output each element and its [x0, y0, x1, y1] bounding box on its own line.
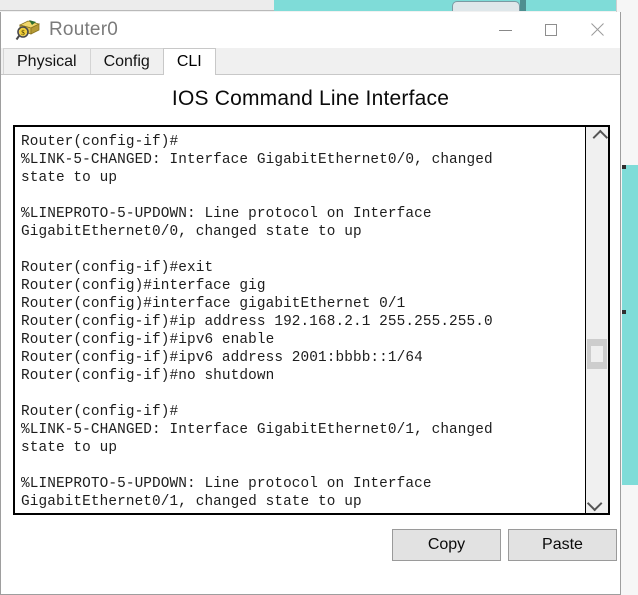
window-title: Router0 [49, 19, 118, 40]
background-notch-top [622, 165, 626, 169]
chevron-up-icon [592, 129, 608, 145]
scroll-down-button[interactable] [586, 493, 608, 513]
tab-bar: Physical Config CLI [1, 48, 620, 75]
terminal-vertical-scrollbar[interactable] [585, 127, 608, 513]
window-controls [482, 12, 620, 48]
close-button[interactable] [574, 12, 620, 48]
router-magnifier-icon: $ [15, 17, 41, 43]
tab-cli[interactable]: CLI [162, 48, 216, 75]
background-browser-tabstrip [0, 0, 638, 11]
background-right-teal-strip [622, 165, 638, 485]
maximize-icon [545, 24, 557, 36]
router0-window: $ Router0 Physical Config CLI IOS Comman… [0, 12, 621, 595]
scroll-up-button[interactable] [586, 127, 608, 147]
terminal-frame: Router(config-if)# %LINK-5-CHANGED: Inte… [13, 125, 610, 515]
close-icon [590, 23, 604, 37]
cli-panel: IOS Command Line Interface Router(config… [1, 75, 620, 593]
action-button-row: Copy Paste [1, 525, 620, 571]
scrollbar-thumb[interactable] [587, 339, 607, 369]
maximize-button[interactable] [528, 12, 574, 48]
copy-button[interactable]: Copy [392, 529, 501, 561]
minimize-button[interactable] [482, 12, 528, 48]
terminal-output-area[interactable]: Router(config-if)# %LINK-5-CHANGED: Inte… [15, 127, 585, 513]
chevron-down-icon [586, 495, 602, 511]
svg-text:$: $ [21, 29, 25, 37]
tab-config[interactable]: Config [89, 48, 164, 74]
terminal-output-text: Router(config-if)# %LINK-5-CHANGED: Inte… [21, 134, 493, 510]
background-active-tab[interactable] [452, 1, 520, 11]
window-titlebar: $ Router0 [1, 12, 620, 48]
tab-physical[interactable]: Physical [3, 48, 91, 74]
minimize-icon [498, 29, 512, 31]
paste-button[interactable]: Paste [508, 529, 617, 561]
cli-heading: IOS Command Line Interface [171, 87, 450, 110]
background-notch-bottom [622, 310, 626, 314]
background-tab-divider [520, 0, 526, 11]
